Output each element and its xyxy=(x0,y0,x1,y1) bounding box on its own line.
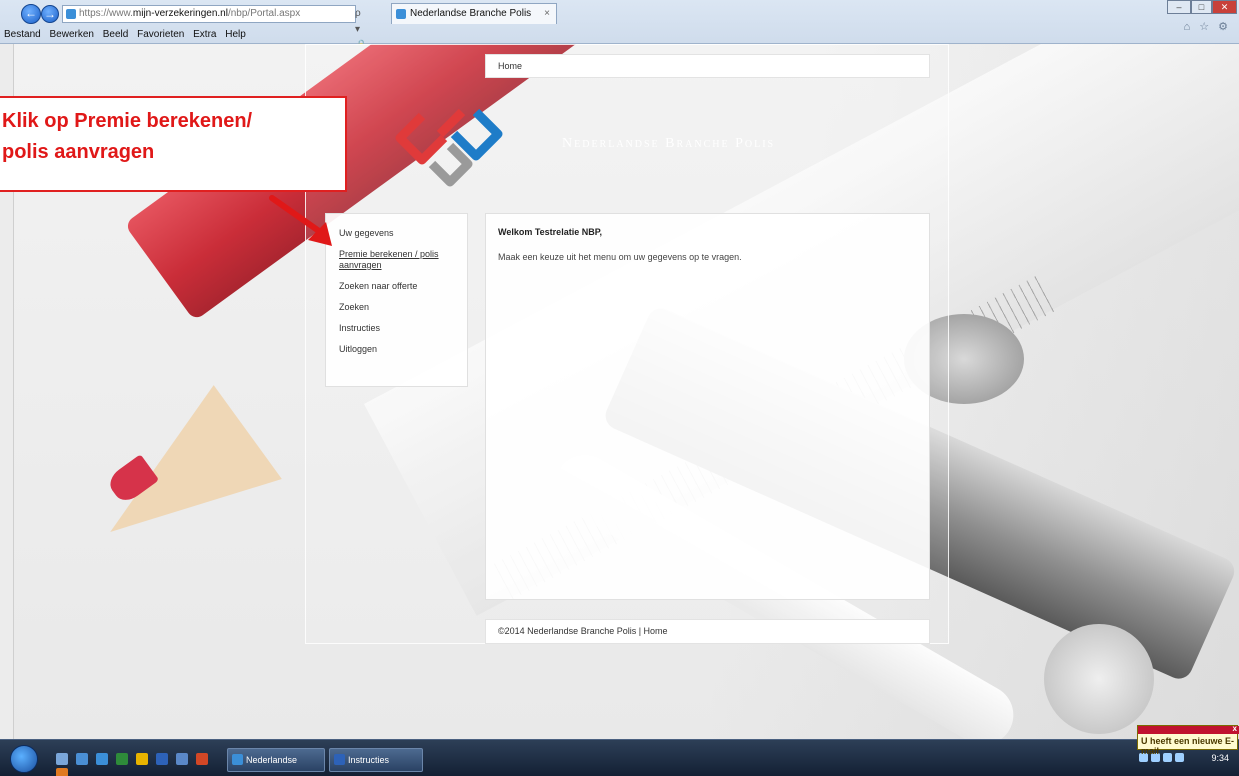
volume-icon[interactable] xyxy=(1175,753,1184,762)
word-icon[interactable] xyxy=(156,753,169,765)
menu-item-premie-berekenen[interactable]: Premie berekenen / polis aanvragen xyxy=(339,249,439,271)
menu-bewerken[interactable]: Bewerken xyxy=(49,29,93,40)
main-content: Welkom Testrelatie NBP, Maak een keuze u… xyxy=(485,213,930,600)
firefox-icon[interactable] xyxy=(56,768,68,776)
ie-icon[interactable] xyxy=(96,753,109,765)
outlook-icon[interactable] xyxy=(136,753,149,765)
notification-close-icon[interactable]: x xyxy=(1233,724,1237,733)
task-word-label: Instructies interneta... xyxy=(348,755,390,765)
background-pencil-wood xyxy=(76,385,282,579)
powerpoint-icon[interactable] xyxy=(196,753,209,765)
task-ie-label: Nederlandse Branch... xyxy=(246,755,298,765)
menu-beeld[interactable]: Beeld xyxy=(103,29,129,40)
forward-button[interactable]: → xyxy=(41,5,59,23)
task-ie-window[interactable]: Nederlandse Branch... xyxy=(227,748,325,772)
browser-chrome: ← → https://www.mijn-verzekeringen.nl/nb… xyxy=(0,0,1239,99)
menu-favorieten[interactable]: Favorieten xyxy=(137,29,184,40)
tab-close-icon[interactable]: × xyxy=(544,4,550,24)
page-footer: ©2014 Nederlandse Branche Polis | Home xyxy=(485,619,930,644)
callout-line-2: polis aanvragen xyxy=(2,141,155,163)
breadcrumb: Home xyxy=(485,54,930,78)
minimize-button[interactable]: ‒ xyxy=(1167,0,1191,14)
taskbar: Nederlandse Branch... Instructies intern… xyxy=(0,739,1239,776)
back-button[interactable]: ← xyxy=(21,4,41,24)
menu-item-uitloggen[interactable]: Uitloggen xyxy=(339,344,467,355)
background-compass-wheel xyxy=(1044,624,1154,734)
intro-text: Maak een keuze uit het menu om uw gegeve… xyxy=(498,252,742,262)
breadcrumb-home-link[interactable]: Home xyxy=(498,61,522,71)
url-path: /nbp/Portal.aspx xyxy=(227,8,301,19)
nbp-logo-icon xyxy=(395,108,503,187)
menu-item-instructies[interactable]: Instructies xyxy=(339,323,467,334)
excel-icon[interactable] xyxy=(116,753,129,765)
tab-nederlandse-branche-polis[interactable]: Nederlandse Branche Polis × xyxy=(391,3,557,24)
callout-arrow-icon xyxy=(269,195,332,246)
clock[interactable]: 9:34 xyxy=(1211,753,1229,763)
word-task-icon xyxy=(334,754,345,765)
brand-name: Nederlandse Branche Polis xyxy=(562,136,776,151)
menu-bar: Bestand Bewerken Beeld Favorieten Extra … xyxy=(0,26,1239,44)
menu-item-zoeken-naar-offerte[interactable]: Zoeken naar offerte xyxy=(339,281,467,292)
menu-item-zoeken[interactable]: Zoeken xyxy=(339,302,467,313)
email-notification[interactable]: x U heeft een nieuwe E-mail xyxy=(1137,724,1239,756)
explorer-icon[interactable] xyxy=(76,753,89,765)
access-icon[interactable] xyxy=(176,753,189,765)
url-prefix: https://www. xyxy=(79,8,133,19)
tab-title: Nederlandse Branche Polis xyxy=(410,8,532,19)
instruction-callout: Klik op Premie berekenen/ polis aanvrage… xyxy=(0,96,347,192)
show-desktop-icon[interactable] xyxy=(56,753,68,765)
ie-task-icon xyxy=(232,754,243,765)
site-favicon-icon xyxy=(66,9,76,19)
address-bar[interactable]: https://www.mijn-verzekeringen.nl/nbp/Po… xyxy=(62,5,367,99)
close-window-button[interactable]: ✕ xyxy=(1212,0,1237,14)
tab-favicon-icon xyxy=(396,9,406,19)
maximize-button[interactable]: □ xyxy=(1191,0,1212,14)
menu-bestand[interactable]: Bestand xyxy=(4,29,41,40)
tray-icon[interactable] xyxy=(1163,753,1172,762)
notification-header: x xyxy=(1138,724,1239,734)
url-domain: mijn-verzekeringen.nl xyxy=(132,8,228,19)
start-button[interactable] xyxy=(10,745,38,773)
task-word-window[interactable]: Instructies interneta... xyxy=(329,748,423,772)
menu-help[interactable]: Help xyxy=(225,29,246,40)
callout-line-1: Klik op Premie berekenen/ xyxy=(2,110,253,132)
welcome-heading: Welkom Testrelatie NBP, xyxy=(498,227,603,237)
menu-item-uw-gegevens[interactable]: Uw gegevens xyxy=(339,228,467,239)
menu-extra[interactable]: Extra xyxy=(193,29,216,40)
quick-launch xyxy=(56,753,216,776)
